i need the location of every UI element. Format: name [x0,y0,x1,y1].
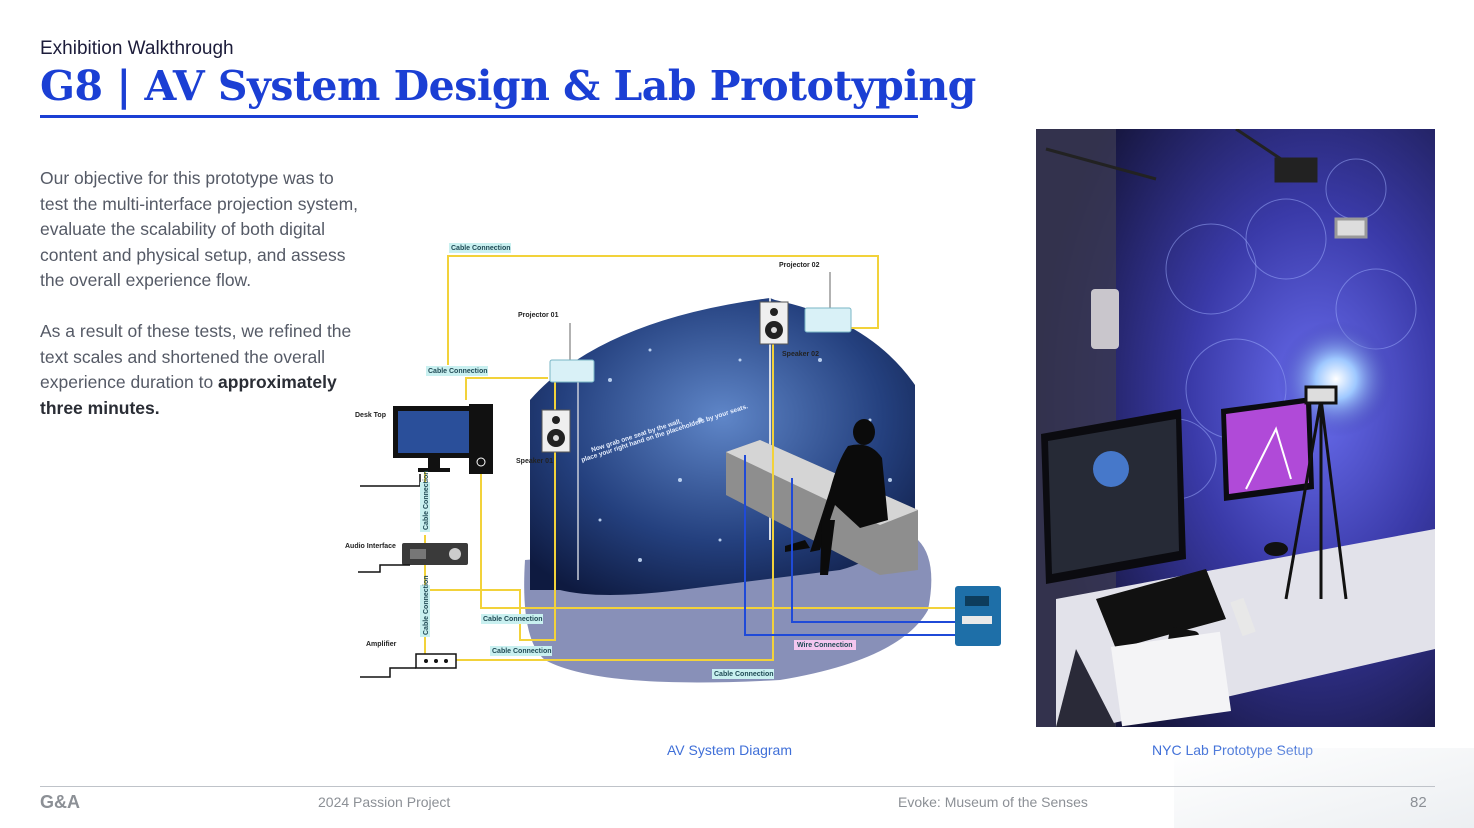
svg-text:Cable Connection: Cable Connection [483,616,543,623]
svg-text:Cable Connection: Cable Connection [428,368,488,375]
audio-interface: Audio Interface [345,543,468,573]
result-paragraph: As a result of these tests, we refined t… [40,319,360,421]
footer-project: 2024 Passion Project [318,794,451,810]
diagram-caption: AV System Diagram [667,742,792,758]
svg-text:Cable Connection: Cable Connection [714,671,774,678]
av-system-diagram: Now grab one seat by the wall, place you… [345,243,1001,683]
svg-text:Speaker 02: Speaker 02 [782,351,819,358]
page-number: 82 [1410,794,1427,811]
nyc-lab-photo [1036,129,1435,727]
page-title: G8 | AV System Design & Lab Prototyping [40,62,976,110]
svg-text:Cable Connection: Cable Connection [423,575,430,635]
svg-text:Projector 01: Projector 01 [518,312,559,319]
svg-text:Amplifier: Amplifier [366,641,397,648]
svg-text:Cable Connection: Cable Connection [492,648,552,655]
body-text: Our objective for this prototype was to … [40,166,360,446]
title-underline [40,115,918,118]
left-monitor [1041,409,1186,584]
projector-01: Projector 01 [518,312,595,383]
amplifier: Amplifier [360,641,457,678]
footer-divider [40,786,1435,787]
footer-logo: G&A [40,792,80,812]
paper-sheet [1110,631,1232,727]
right-monitor [1221,397,1314,501]
svg-text:Projector 02: Projector 02 [779,262,820,269]
footer-subtitle: Evoke: Museum of the Senses [898,794,1088,810]
svg-text:Speaker 01: Speaker 01 [516,458,553,465]
svg-text:Audio Interface: Audio Interface [345,543,396,550]
arduino-board [955,586,1001,646]
eyebrow-heading: Exhibition Walkthrough [40,38,234,59]
svg-text:Cable Connection: Cable Connection [451,245,511,252]
svg-text:Desk Top: Desk Top [355,412,386,419]
objective-paragraph: Our objective for this prototype was to … [40,168,359,291]
mouse [1264,542,1288,556]
wall-ac-unit [1091,289,1119,349]
svg-text:Wire Connection: Wire Connection [797,642,853,649]
svg-text:Cable Connection: Cable Connection [423,470,430,530]
footer-fade [1174,748,1474,828]
